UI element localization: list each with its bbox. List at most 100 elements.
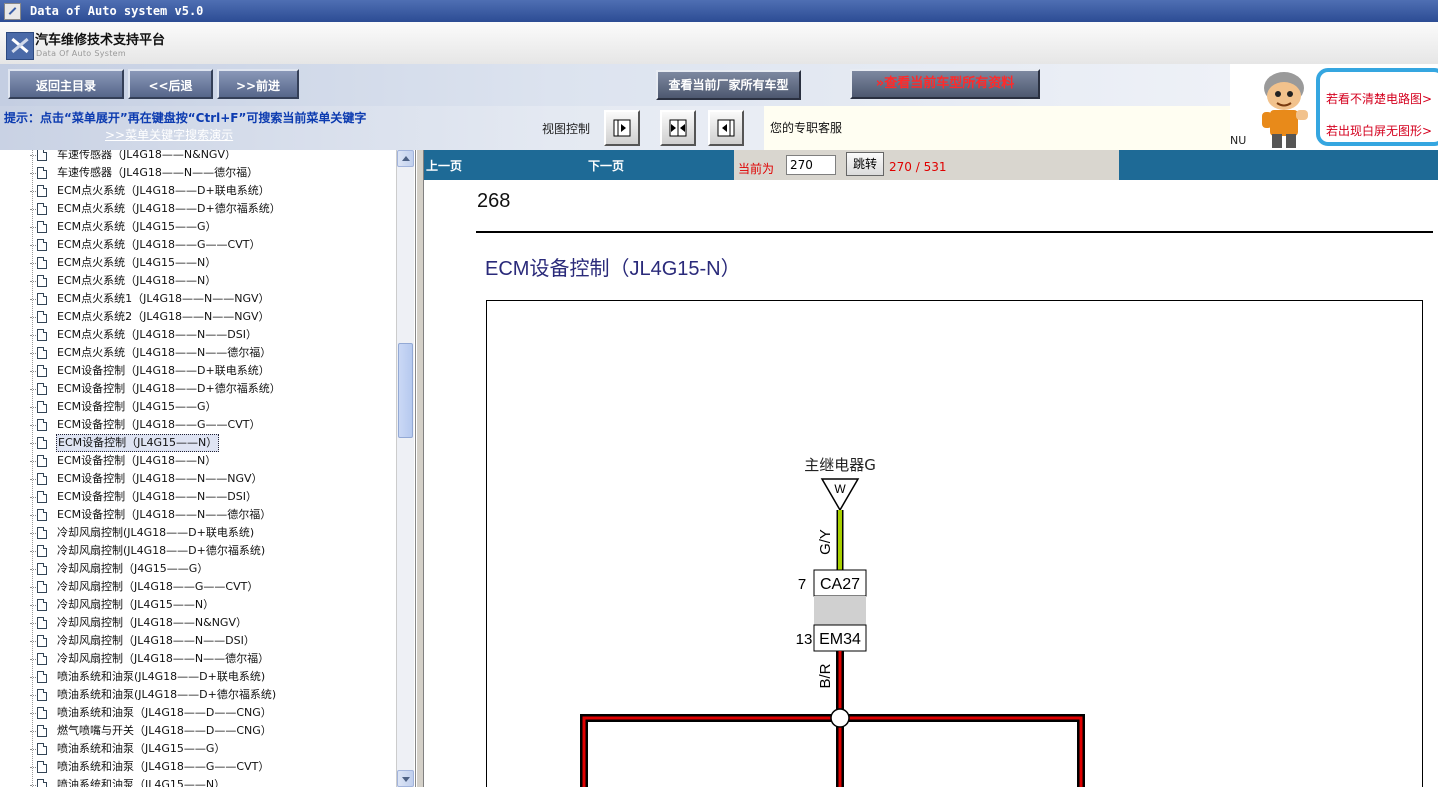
tree-item-label: ECM设备控制（JL4G18——N——德尔福） [57,508,272,521]
document-icon [37,707,47,719]
current-page-label: 当前为 [738,162,775,176]
page-jump: 当前为 跳转 270 / 531 [734,150,1119,180]
search-demo-link[interactable]: >>菜单关键字搜索演示 [105,126,233,143]
window-title: Data of Auto system v5.0 [30,4,204,18]
tree-connector [30,749,36,750]
document-icon [37,185,47,197]
relay-label: 主继电器G [804,456,876,474]
tree-connector [30,731,36,732]
page-number-input[interactable] [786,155,836,175]
tree-connector [30,767,36,768]
tree-connector [30,659,36,660]
document-icon [37,581,47,593]
tree-item-label: 冷却风扇控制（JL4G18——G——CVT） [57,580,259,593]
document-icon [37,329,47,341]
model-all-docs-button[interactable]: »查看当前车型所有资料 [850,69,1040,99]
tree-item-label: ECM点火系统2（JL4G18——N——NGV） [57,310,270,323]
tree-connector [30,299,36,300]
mascot-mechanic-icon [1262,72,1308,148]
scroll-thumb[interactable] [398,343,413,438]
tree-item-label: 冷却风扇控制(JL4G18——D+德尔福系统) [57,544,266,557]
tree-connector [30,605,36,606]
tree-connector [30,371,36,372]
tree-connector [30,209,36,210]
model-all-docs-label: 查看当前车型所有资料 [884,76,1015,91]
bus-wire [582,716,1083,787]
tree-connector [30,155,36,156]
tree-connector [30,407,36,408]
app-header: 汽车维修技术支持平台 Data Of Auto System [0,22,1438,65]
tree-connector [30,263,36,264]
tree-connector [30,551,36,552]
document-view: 268 ECM设备控制（JL4G15-N） 主继电器G W G/Y CA27 7… [424,180,1438,787]
tree-connector [30,785,36,786]
split-view-icon [669,119,687,137]
document-icon [37,455,47,467]
promo-link-blank-screen[interactable]: 若出现白屏无图形> [1326,122,1432,139]
document-icon [37,419,47,431]
tree-item-label: 喷油系统和油泵(JL4G18——D+联电系统) [57,670,266,683]
relay-pin: W [834,482,846,496]
tree-item-label: 冷却风扇控制（J4G15——G） [57,562,209,575]
tree-connector [30,479,36,480]
forward-button[interactable]: >>前进 [217,69,299,99]
tree-connector [30,677,36,678]
view-expand-left-button[interactable] [708,110,744,146]
document-icon [37,365,47,377]
back-button[interactable]: <<后退 [128,69,213,99]
bus-wire-outline [580,714,1085,787]
tools-logo-icon [6,32,34,60]
document-icon [37,293,47,305]
tree-item-label: ECM点火系统（JL4G18——N） [57,274,217,287]
double-chevron-icon: » [875,76,885,91]
document-icon [37,563,47,575]
tree-item-label: 冷却风扇控制(JL4G18——D+联电系统) [57,526,255,539]
tree-item-label: 喷油系统和油泵（JL4G15——G） [57,742,226,755]
jump-button[interactable]: 跳转 [846,152,884,176]
panel-splitter[interactable] [416,150,424,787]
tree-connector [30,533,36,534]
tree-item-label: 冷却风扇控制（JL4G18——N——德尔福） [57,652,270,665]
maker-models-button[interactable]: 查看当前厂家所有车型 [656,70,801,100]
document-icon [37,689,47,701]
scroll-up-arrow-icon[interactable] [397,150,414,167]
tree-item-label: ECM设备控制（JL4G15——G） [57,400,217,413]
document-icon [37,635,47,647]
expand-right-icon [613,119,631,137]
document-icon [37,617,47,629]
prev-page-link[interactable]: 上一页 [426,157,462,174]
document-icon [37,203,47,215]
tree-connector [30,695,36,696]
promo-link-unclear-diagram[interactable]: 若看不清楚电路图> [1326,90,1432,107]
tree-connector [30,587,36,588]
service-text: 您的专职客服 [770,121,843,135]
view-expand-right-button[interactable] [604,110,640,146]
document-icon [37,653,47,665]
tree-connector [30,281,36,282]
tree-connector [30,515,36,516]
tree-connector [30,641,36,642]
document-icon [37,725,47,737]
promo-nu-text: NU [1230,134,1247,147]
scroll-down-arrow-icon[interactable] [397,770,414,787]
document-icon [37,239,47,251]
connector-em34-name: EM34 [819,631,861,648]
tree-item-label: 喷油系统和油泵（JL4G18——G——CVT） [57,760,270,773]
view-control-label: 视图控制 [542,122,591,136]
tree-connector [30,461,36,462]
tree-item-label: ECM点火系统（JL4G18——N——DSI） [57,328,257,341]
tree-item-label: 喷油系统和油泵（JL4G18——D——CNG） [57,706,272,719]
tree-item-label: ECM点火系统（JL4G18——D+联电系统） [57,184,270,197]
document-icon [37,167,47,179]
tree-scrollbar[interactable] [396,150,414,787]
document-icon [37,275,47,287]
next-page-link[interactable]: 下一页 [588,157,624,174]
tree-connector [30,497,36,498]
document-icon [37,150,47,161]
document-icon [37,401,47,413]
document-icon [37,743,47,755]
service-panel: 您的专职客服 [764,106,1230,150]
tree-connector [30,335,36,336]
home-button[interactable]: 返回主目录 [8,69,124,99]
view-split-button[interactable] [660,110,696,146]
